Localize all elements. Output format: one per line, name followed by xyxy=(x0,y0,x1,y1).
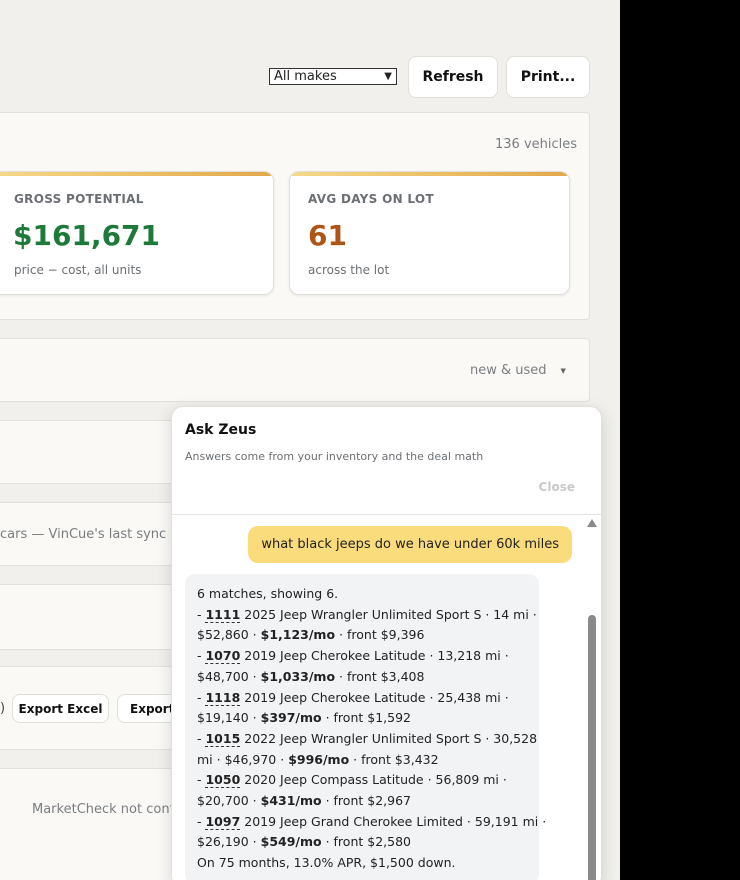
result-monthly: $1,123/mo xyxy=(260,627,336,643)
result-front: · front $3,408 xyxy=(339,668,425,684)
scroll-up-arrow-icon[interactable] xyxy=(587,519,597,527)
kpi-accent-bar xyxy=(290,172,569,176)
kpi-label: GROSS POTENTIAL xyxy=(14,192,144,206)
result-desc: 2025 Jeep Wrangler Unlimited Sport S · 1… xyxy=(244,606,537,622)
kpi-card-avg-days: AVG DAYS ON LOT 61 across the lot xyxy=(289,171,570,295)
result-line: - 1097 2019 Jeep Grand Cherokee Limited … xyxy=(197,813,547,830)
result-line: - 1111 2025 Jeep Wrangler Unlimited Spor… xyxy=(197,606,537,623)
result-line: $26,190 · $549/mo · front $2,580 xyxy=(197,832,527,853)
makes-select[interactable]: All makes ▼ xyxy=(269,68,397,85)
result-price: $48,700 · xyxy=(197,668,257,684)
result-desc: 2019 Jeep Grand Cherokee Limited · 59,19… xyxy=(244,813,547,829)
marketcheck-status: MarketCheck not confi xyxy=(32,802,178,817)
kpi-value: $161,671 xyxy=(13,219,161,252)
kpi-accent-bar xyxy=(0,172,273,176)
makes-select-value: All makes xyxy=(274,69,337,84)
result-line: - 1070 2019 Jeep Cherokee Latitude · 13,… xyxy=(197,648,509,665)
kpi-sub: across the lot xyxy=(308,263,390,277)
result-monthly: $1,033/mo xyxy=(260,668,336,684)
refresh-button[interactable]: Refresh xyxy=(408,56,498,98)
stock-link[interactable]: 1070 xyxy=(205,648,241,665)
export-excel-button[interactable]: Export Excel xyxy=(12,694,109,723)
stock-link[interactable]: 1097 xyxy=(205,813,241,830)
kpi-value: 61 xyxy=(308,219,347,252)
result-front: · front $2,580 xyxy=(325,834,411,850)
vehicle-count: 136 vehicles xyxy=(495,137,578,152)
result-front: · front $9,396 xyxy=(339,627,425,643)
condition-filter[interactable]: new & used ▼ xyxy=(470,363,566,378)
result-price: mi · $46,970 · xyxy=(197,751,285,767)
chat-subtitle: Answers come from your inventory and the… xyxy=(185,450,484,463)
chat-title: Ask Zeus xyxy=(185,422,257,438)
chat-divider xyxy=(172,514,601,515)
kpi-label: AVG DAYS ON LOT xyxy=(308,192,434,206)
condition-filter-value: new & used xyxy=(470,363,547,378)
result-line: mi · $46,970 · $996/mo · front $3,432 xyxy=(197,750,527,771)
bot-intro: 6 matches, showing 6. xyxy=(197,586,339,601)
result-desc: 2022 Jeep Wrangler Unlimited Sport S · 3… xyxy=(244,730,538,746)
chevron-down-icon: ▼ xyxy=(384,71,392,82)
result-price: $20,700 · xyxy=(197,793,257,809)
result-price: $19,140 · xyxy=(197,710,257,726)
result-line: - 1050 2020 Jeep Compass Latitude · 56,8… xyxy=(197,772,507,789)
close-button[interactable]: Close xyxy=(539,480,575,494)
result-desc: 2019 Jeep Cherokee Latitude · 25,438 mi … xyxy=(244,689,509,705)
result-line: - 1015 2022 Jeep Wrangler Unlimited Spor… xyxy=(197,730,538,747)
kpi-sub: price − cost, all units xyxy=(14,263,142,277)
result-monthly: $996/mo xyxy=(288,751,350,767)
result-price: $52,860 · xyxy=(197,627,257,643)
bot-message: 6 matches, showing 6. - 1111 2025 Jeep W… xyxy=(185,574,547,880)
chevron-down-icon: ▼ xyxy=(560,366,566,375)
result-monthly: $431/mo xyxy=(260,793,322,809)
user-message: what black jeeps do we have under 60k mi… xyxy=(248,526,572,563)
result-front: · front $1,592 xyxy=(325,710,411,726)
bot-terms: On 75 months, 13.0% APR, $1,500 down. xyxy=(197,855,456,871)
result-monthly: $397/mo xyxy=(260,710,322,726)
stock-link[interactable]: 1015 xyxy=(205,730,241,747)
result-front: · front $2,967 xyxy=(325,793,411,809)
result-monthly: $549/mo xyxy=(260,834,322,850)
result-price: $26,190 · xyxy=(197,834,257,850)
result-line: $52,860 · $1,123/mo · front $9,396 xyxy=(197,625,527,646)
stock-link[interactable]: 1111 xyxy=(205,606,241,623)
app-window: All makes ▼ Refresh Print... 136 vehicle… xyxy=(0,0,620,880)
result-desc: 2019 Jeep Cherokee Latitude · 13,218 mi … xyxy=(244,648,509,664)
sync-status-text: cars — VinCue's last sync — xyxy=(0,527,184,542)
kpi-card-gross-potential: GROSS POTENTIAL $161,671 price − cost, a… xyxy=(0,171,274,295)
print-button[interactable]: Print... xyxy=(506,56,590,98)
result-line: $19,140 · $397/mo · front $1,592 xyxy=(197,708,527,729)
stock-link[interactable]: 1050 xyxy=(205,772,241,789)
chat-scrollbar[interactable] xyxy=(587,519,597,880)
result-desc: 2020 Jeep Compass Latitude · 56,809 mi · xyxy=(244,772,507,788)
ask-zeus-chat-panel: Ask Zeus Answers come from your inventor… xyxy=(171,406,602,880)
result-line: - 1118 2019 Jeep Cherokee Latitude · 25,… xyxy=(197,689,509,706)
stock-link[interactable]: 1118 xyxy=(205,689,241,706)
result-line: $20,700 · $431/mo · front $2,967 xyxy=(197,791,527,812)
result-line: $48,700 · $1,033/mo · front $3,408 xyxy=(197,667,527,688)
scrollbar-thumb[interactable] xyxy=(588,615,596,880)
result-front: · front $3,432 xyxy=(353,751,439,767)
paren-text: ) xyxy=(0,701,6,716)
